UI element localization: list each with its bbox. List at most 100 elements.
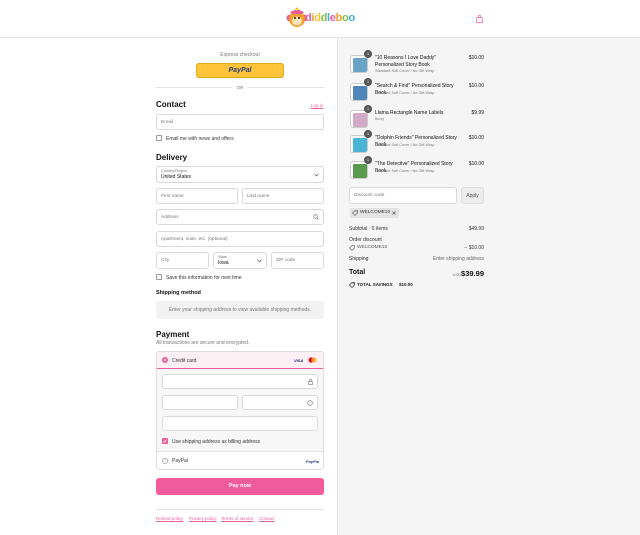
apartment-field[interactable]: Apartment, suite, etc. (optional) [156, 231, 324, 247]
footer-link-contact[interactable]: Contact [259, 516, 275, 521]
product-thumbnail [350, 135, 368, 153]
card-details-panel: Use shipping address as billing address [157, 369, 323, 451]
credit-card-label: Credit card [172, 358, 197, 364]
product-thumbnail [350, 55, 368, 73]
subtotal-label: Subtotal · 5 items [349, 226, 388, 232]
apartment-placeholder: Apartment, suite, etc. (optional) [161, 237, 228, 242]
paypal-option[interactable]: PayPal PayPal [157, 451, 323, 469]
country-value: United States [161, 174, 192, 180]
applied-discount-code: WELCOME10 [357, 245, 388, 250]
billing-address-checkbox[interactable] [162, 438, 168, 444]
shipping-method-heading: Shipping method [156, 290, 201, 296]
express-checkout-label: Express checkout [220, 52, 260, 58]
state-select[interactable]: State Iowa [213, 252, 267, 269]
apply-button[interactable]: Apply [461, 187, 484, 204]
divider [156, 509, 324, 510]
payment-options: Credit card VISA Use shipping address as… [156, 351, 324, 470]
product-thumbnail [350, 83, 368, 101]
city-placeholder: City [161, 258, 170, 263]
order-discount-label: Order discount [349, 237, 382, 243]
first-name-placeholder: First name [161, 194, 184, 199]
product-price: $10.00 [468, 55, 484, 61]
zip-placeholder: ZIP code [276, 258, 296, 263]
paypal-express-button[interactable]: PayPal [196, 63, 284, 78]
help-circle-icon [307, 400, 313, 406]
country-select[interactable]: Country/Region United States [156, 166, 324, 183]
product-name: "10 Reasons I Love Daddy" Personalized S… [375, 55, 437, 68]
shipping-label: Shipping [349, 256, 369, 262]
product-price: $9.99 [471, 110, 484, 116]
login-link[interactable]: Log in [311, 103, 323, 108]
shopping-bag-icon[interactable] [476, 15, 483, 23]
security-code-field[interactable] [242, 395, 318, 410]
paypal-label: PayPal [172, 458, 188, 464]
product-variant: Berry [375, 117, 385, 121]
footer-link-privacy[interactable]: Privacy policy [189, 516, 217, 521]
product-name: Llama Rectangle Name Labels [375, 110, 444, 116]
product-variant: Standard Soft Cover / No Gift Wrap [375, 169, 435, 173]
quantity-badge: 1 [364, 78, 372, 86]
tag-icon [349, 282, 355, 288]
quantity-badge: 1 [364, 156, 372, 164]
product-price: $10.00 [468, 161, 484, 167]
city-field[interactable]: City [156, 252, 209, 269]
currency-code: USD [452, 272, 461, 277]
search-icon [313, 214, 319, 220]
country-label: Country/Region [161, 169, 188, 173]
state-label: State [218, 255, 227, 259]
brand-name: diddleboo [305, 12, 355, 24]
tag-icon [349, 245, 355, 251]
shipping-method-message: Enter your shipping address to view avai… [168, 307, 312, 313]
footer-link-refund[interactable]: Refund policy [156, 516, 183, 521]
delivery-heading: Delivery [156, 153, 188, 162]
visa-logo: VISA [294, 358, 304, 363]
last-name-field[interactable]: Last name [242, 188, 324, 204]
last-name-placeholder: Last name [247, 194, 270, 199]
paypal-option-logo: PayPal [306, 459, 320, 464]
subtotal-value: $49.99 [468, 226, 484, 232]
paypal-radio[interactable] [162, 458, 168, 464]
quantity-badge: 1 [364, 130, 372, 138]
state-value: Iowa [218, 260, 229, 266]
save-info-label: Save this information for next time [166, 275, 242, 281]
name-on-card-field[interactable] [162, 416, 318, 431]
product-price: $10.00 [468, 83, 484, 89]
payment-subtitle: All transactions are secure and encrypte… [156, 340, 250, 346]
chevron-down-icon [314, 173, 319, 177]
product-variant: Standard Soft Cover / No Gift Wrap [375, 69, 435, 73]
expiration-field[interactable] [162, 395, 238, 410]
address-placeholder: Address [161, 215, 179, 220]
total-label: Total [349, 269, 366, 276]
total-value: $39.99 [461, 269, 484, 278]
quantity-badge: 1 [364, 50, 372, 58]
tag-icon [352, 210, 358, 216]
pay-now-button[interactable]: Pay now [156, 478, 324, 495]
lock-icon [308, 379, 313, 385]
first-name-field[interactable]: First name [156, 188, 238, 204]
mastercard-icon [308, 357, 317, 363]
site-header: diddleboo [0, 0, 640, 38]
total-savings-label: TOTAL SAVINGS [357, 282, 393, 287]
card-number-field[interactable] [162, 374, 318, 389]
product-variant: Standard Soft Cover / No Gift Wrap [375, 91, 435, 95]
shipping-method-notice: Enter your shipping address to view avai… [156, 301, 324, 319]
total-savings-value: $10.00 [399, 282, 413, 287]
footer-link-terms[interactable]: Terms of service [221, 516, 254, 521]
check-icon [163, 439, 168, 443]
apply-label: Apply [466, 193, 479, 199]
credit-card-radio[interactable] [162, 357, 168, 363]
credit-card-option[interactable]: Credit card VISA [157, 352, 323, 370]
discount-code-placeholder: Discount code [354, 193, 385, 198]
product-thumbnail [350, 161, 368, 179]
close-icon[interactable] [391, 210, 397, 216]
email-field[interactable]: Email [156, 114, 324, 130]
product-price: $10.00 [468, 135, 484, 141]
save-info-checkbox[interactable] [156, 274, 162, 280]
discount-code-field[interactable]: Discount code [349, 187, 457, 204]
or-separator: OR [236, 85, 244, 90]
news-checkbox[interactable] [156, 135, 162, 141]
address-field[interactable]: Address [156, 209, 324, 225]
zip-field[interactable]: ZIP code [271, 252, 324, 269]
chevron-down-icon [257, 259, 262, 263]
discount-value: − $10.00 [464, 245, 484, 251]
